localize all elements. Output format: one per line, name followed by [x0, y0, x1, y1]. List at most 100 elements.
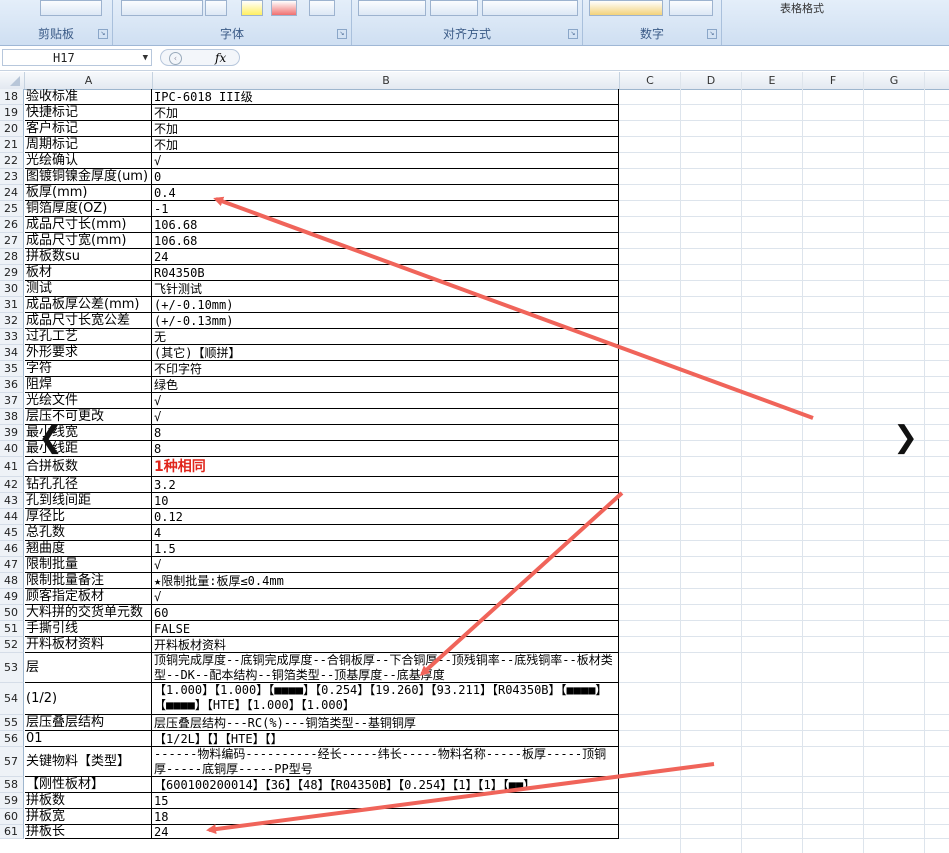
cell-b[interactable]: FALSE: [152, 621, 619, 637]
cell-a[interactable]: 开料板材资料: [25, 637, 152, 653]
row-header[interactable]: 42: [0, 477, 24, 493]
cell-a[interactable]: 手撕引线: [25, 621, 152, 637]
dialog-launcher-icon[interactable]: ↘: [98, 29, 108, 39]
cell-b[interactable]: ★限制批量:板厚≤0.4mm: [152, 573, 619, 589]
row-header[interactable]: 31: [0, 297, 24, 313]
row-header[interactable]: 20: [0, 121, 24, 137]
row-header[interactable]: 57: [0, 747, 24, 777]
cell-b[interactable]: 0.4: [152, 185, 619, 201]
row-header[interactable]: 26: [0, 217, 24, 233]
cell-a[interactable]: 拼板数: [25, 793, 152, 809]
empty-cells[interactable]: [619, 525, 949, 541]
cell-a[interactable]: 成品板厚公差(mm): [25, 297, 152, 313]
fill-color-button[interactable]: [241, 0, 263, 16]
cell-b[interactable]: 不印字符: [152, 361, 619, 377]
cell-b[interactable]: 106.68: [152, 217, 619, 233]
row-header[interactable]: 52: [0, 637, 24, 653]
cell-b[interactable]: 不加: [152, 137, 619, 153]
row-header[interactable]: 35: [0, 361, 24, 377]
chevron-left-icon[interactable]: ❮: [38, 423, 63, 453]
cell-b[interactable]: ------物料编码----------经长-----纬长-----物料名称--…: [152, 747, 619, 777]
cell-b[interactable]: 10: [152, 493, 619, 509]
cell-b[interactable]: √: [152, 393, 619, 409]
column-header-f[interactable]: F: [803, 72, 864, 89]
column-header-g[interactable]: G: [864, 72, 925, 89]
row-header[interactable]: 25: [0, 201, 24, 217]
cell-b[interactable]: 60: [152, 605, 619, 621]
cell-a[interactable]: 拼板长: [25, 825, 152, 839]
cell-a[interactable]: 图镀铜镍金厚度(um): [25, 169, 152, 185]
name-box[interactable]: H17 ▼: [2, 49, 152, 66]
cell-b[interactable]: 24: [152, 825, 619, 839]
cell-a[interactable]: 翘曲度: [25, 541, 152, 557]
cell-b[interactable]: (+/-0.13mm): [152, 313, 619, 329]
cell-b[interactable]: IPC-6018 III级: [152, 89, 619, 105]
cell-b[interactable]: √: [152, 557, 619, 573]
empty-cells[interactable]: [619, 621, 949, 637]
cell-a[interactable]: 验收标准: [25, 89, 152, 105]
cell-a[interactable]: 测试: [25, 281, 152, 297]
cell-b[interactable]: 18: [152, 809, 619, 825]
cell-b[interactable]: R04350B: [152, 265, 619, 281]
empty-cells[interactable]: [619, 121, 949, 137]
cell-b[interactable]: 【1.000】【1.000】【■■■■】【0.254】【19.260】【93.2…: [152, 683, 619, 715]
row-header[interactable]: 46: [0, 541, 24, 557]
row-header[interactable]: 59: [0, 793, 24, 809]
row-header[interactable]: 56: [0, 731, 24, 747]
row-header[interactable]: 41: [0, 457, 24, 477]
cell-a[interactable]: 拼板数su: [25, 249, 152, 265]
cell-b[interactable]: 顶铜完成厚度--底铜完成厚度--合铜板厚--下合铜厚--顶残铜率--底残铜率--…: [152, 653, 619, 683]
column-header-c[interactable]: C: [620, 72, 681, 89]
empty-cells[interactable]: [619, 393, 949, 409]
cell-a[interactable]: 阻焊: [25, 377, 152, 393]
cell-a[interactable]: 成品尺寸长(mm): [25, 217, 152, 233]
cell-a[interactable]: 关键物料【类型】: [25, 747, 152, 777]
merge-center-button[interactable]: [482, 0, 578, 16]
empty-cells[interactable]: [619, 493, 949, 509]
cell-a[interactable]: (1/2): [25, 683, 152, 715]
empty-cells[interactable]: [619, 605, 949, 621]
cell-b[interactable]: 1种相同: [152, 457, 619, 477]
cell-a[interactable]: 厚径比: [25, 509, 152, 525]
cell-b[interactable]: 开料板材资料: [152, 637, 619, 653]
cancel-icon[interactable]: ‹: [169, 52, 182, 65]
cell-a[interactable]: 【刚性板材】: [25, 777, 152, 793]
empty-cells[interactable]: [619, 477, 949, 493]
cell-b[interactable]: (+/-0.10mm): [152, 297, 619, 313]
row-header[interactable]: 38: [0, 409, 24, 425]
cell-a[interactable]: 客户标记: [25, 121, 152, 137]
cell-b[interactable]: √: [152, 589, 619, 605]
empty-cells[interactable]: [619, 137, 949, 153]
empty-cells[interactable]: [619, 573, 949, 589]
row-header[interactable]: 18: [0, 89, 24, 105]
cell-a[interactable]: 限制批量备注: [25, 573, 152, 589]
empty-cells[interactable]: [619, 715, 949, 731]
empty-cells[interactable]: [619, 377, 949, 393]
cell-a[interactable]: 快捷标记: [25, 105, 152, 121]
empty-cells[interactable]: [619, 509, 949, 525]
row-header[interactable]: 45: [0, 525, 24, 541]
cell-a[interactable]: 限制批量: [25, 557, 152, 573]
dialog-launcher-icon[interactable]: ↘: [337, 29, 347, 39]
empty-cells[interactable]: [619, 89, 949, 105]
row-header[interactable]: 60: [0, 809, 24, 825]
cell-a[interactable]: 拼板宽: [25, 809, 152, 825]
column-header-e[interactable]: E: [742, 72, 803, 89]
cell-b[interactable]: 1.5: [152, 541, 619, 557]
empty-cells[interactable]: [619, 153, 949, 169]
align-buttons[interactable]: [358, 0, 426, 16]
select-all-corner[interactable]: [0, 72, 25, 89]
border-button[interactable]: [205, 0, 227, 16]
row-header[interactable]: 32: [0, 313, 24, 329]
empty-cells[interactable]: [619, 169, 949, 185]
empty-cells[interactable]: [619, 589, 949, 605]
row-header[interactable]: 24: [0, 185, 24, 201]
cell-a[interactable]: 合拼板数: [25, 457, 152, 477]
empty-cells[interactable]: [619, 637, 949, 653]
cell-b[interactable]: 3.2: [152, 477, 619, 493]
dialog-launcher-icon[interactable]: ↘: [568, 29, 578, 39]
row-header[interactable]: 58: [0, 777, 24, 793]
empty-cells[interactable]: [619, 825, 949, 839]
cell-a[interactable]: 外形要求: [25, 345, 152, 361]
empty-cells[interactable]: [619, 329, 949, 345]
